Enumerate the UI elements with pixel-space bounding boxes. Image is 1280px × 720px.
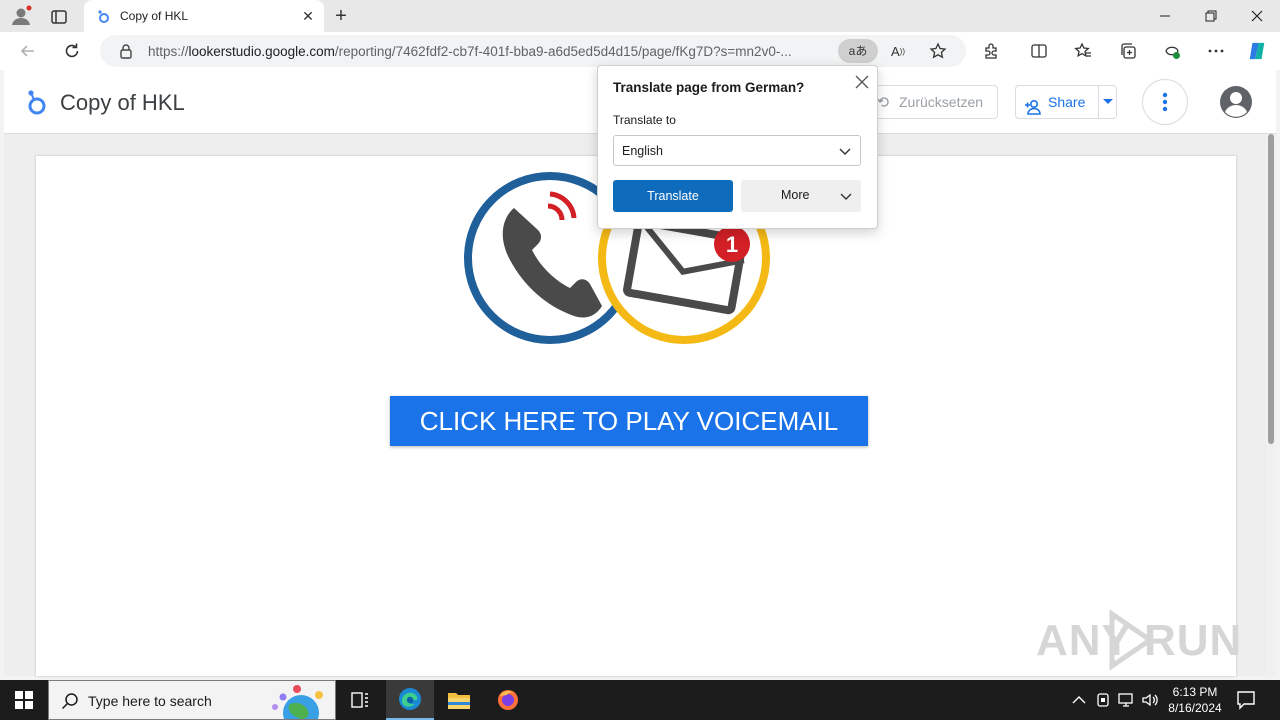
- notifications-icon[interactable]: [1236, 690, 1258, 710]
- taskbar-search-placeholder: Type here to search: [88, 693, 212, 709]
- edge-taskbar-icon[interactable]: [386, 680, 434, 720]
- lock-icon[interactable]: [118, 43, 134, 59]
- favorite-star-icon[interactable]: [928, 41, 948, 61]
- taskbar-clock[interactable]: 6:13 PM 8/16/2024: [1158, 684, 1232, 716]
- extensions-icon[interactable]: [981, 41, 1001, 61]
- search-icon: [61, 692, 79, 710]
- tray-chevron-up-icon[interactable]: [1070, 691, 1088, 709]
- address-bar[interactable]: https://lookerstudio.google.com/reportin…: [100, 35, 966, 67]
- more-button-label: More: [781, 188, 810, 202]
- restore-icon[interactable]: [1188, 0, 1234, 32]
- looker-studio-favicon-icon: [96, 9, 110, 23]
- share-button[interactable]: Share: [1016, 86, 1098, 118]
- translate-popup: Translate page from German? Translate to…: [597, 65, 878, 229]
- file-explorer-icon[interactable]: [435, 680, 483, 720]
- taskbar-search-box[interactable]: Type here to search: [48, 680, 336, 720]
- read-aloud-icon[interactable]: A)): [888, 41, 908, 61]
- notification-badge-count: 1: [726, 232, 738, 257]
- url-text[interactable]: https://lookerstudio.google.com/reportin…: [148, 44, 830, 59]
- profile-avatar-icon[interactable]: [10, 5, 32, 27]
- anyrun-watermark: ANY RUN: [1036, 606, 1241, 670]
- chevron-down-icon: [838, 144, 852, 158]
- share-button-label: Share: [1048, 94, 1086, 110]
- clock-time: 6:13 PM: [1172, 685, 1218, 699]
- looker-studio-logo-icon[interactable]: [24, 88, 48, 116]
- collections-icon[interactable]: [1118, 41, 1138, 61]
- add-person-icon: [1024, 94, 1042, 115]
- clock-date: 8/16/2024: [1168, 701, 1222, 715]
- volume-icon[interactable]: [1141, 691, 1159, 709]
- account-avatar-icon[interactable]: [1218, 84, 1254, 120]
- chevron-down-icon: [839, 189, 853, 203]
- more-options-icon[interactable]: [1142, 79, 1188, 125]
- tab-actions-icon[interactable]: [48, 6, 70, 28]
- firefox-icon[interactable]: [484, 680, 532, 720]
- network-icon[interactable]: [1118, 691, 1136, 709]
- close-window-icon[interactable]: [1234, 0, 1280, 32]
- target-language-select[interactable]: English: [613, 135, 861, 166]
- selected-language: English: [622, 144, 663, 158]
- back-icon[interactable]: [16, 39, 40, 63]
- refresh-icon[interactable]: [60, 39, 84, 63]
- tray-device-icon[interactable]: [1094, 691, 1112, 709]
- browser-essentials-icon[interactable]: [1162, 41, 1182, 61]
- settings-menu-icon[interactable]: [1206, 41, 1226, 61]
- search-highlight-globe-icon: [261, 683, 333, 720]
- copilot-icon[interactable]: [1247, 41, 1267, 61]
- reset-button-label: Zurücksetzen: [899, 94, 984, 110]
- reset-button[interactable]: Zurücksetzen: [870, 85, 998, 119]
- popup-close-icon[interactable]: [852, 72, 872, 92]
- translate-chip-icon[interactable]: aあ: [838, 39, 878, 63]
- more-button[interactable]: More: [741, 180, 861, 212]
- windows-taskbar: Type here to search 6:13 PM 8/16/2024: [0, 680, 1280, 720]
- task-view-icon[interactable]: [336, 680, 384, 720]
- minimize-icon[interactable]: [1142, 0, 1188, 32]
- translate-button[interactable]: Translate: [613, 180, 733, 212]
- windows-start-icon[interactable]: [0, 680, 48, 720]
- watermark-text-right: RUN: [1144, 616, 1243, 665]
- share-dropdown-icon[interactable]: [1098, 86, 1116, 118]
- split-screen-icon[interactable]: [1029, 41, 1049, 61]
- translate-to-label: Translate to: [613, 113, 676, 127]
- scrollbar-thumb[interactable]: [1268, 134, 1274, 444]
- browser-title-bar: Copy of HKL ✕ +: [0, 0, 1280, 32]
- translate-popup-title: Translate page from German?: [613, 80, 805, 95]
- page-scrollbar[interactable]: [1266, 134, 1276, 676]
- share-button-group: Share: [1015, 85, 1117, 119]
- active-tab[interactable]: Copy of HKL ✕: [84, 0, 324, 32]
- report-page: 1 CLICK HERE TO PLAY VOICEMAIL: [36, 156, 1236, 676]
- report-title[interactable]: Copy of HKL: [60, 90, 185, 116]
- play-voicemail-button[interactable]: CLICK HERE TO PLAY VOICEMAIL: [390, 396, 868, 446]
- new-tab-icon[interactable]: +: [330, 5, 352, 27]
- favorites-icon[interactable]: [1073, 41, 1093, 61]
- tab-title: Copy of HKL: [120, 9, 189, 23]
- tab-close-icon[interactable]: ✕: [300, 8, 316, 24]
